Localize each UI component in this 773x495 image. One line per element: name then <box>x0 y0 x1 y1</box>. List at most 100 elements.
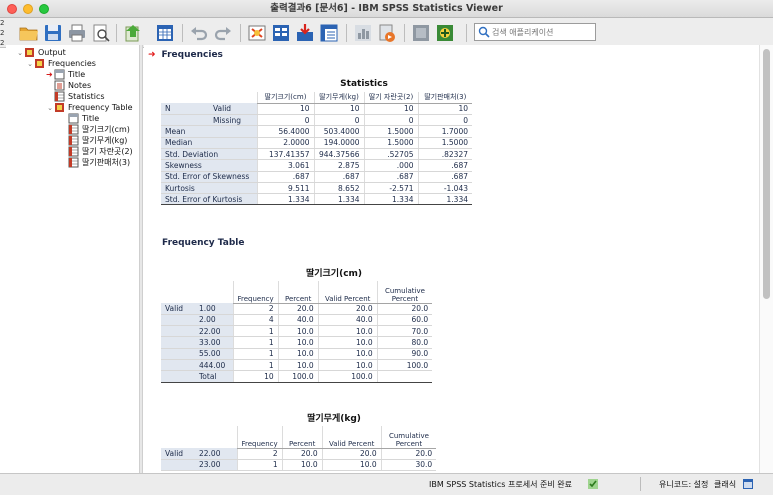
outline-item-weight-table[interactable]: 딸기무게(kg) <box>68 135 127 146</box>
classic-window-icon <box>743 479 753 489</box>
unicode-status: 유니코드: 설정 <box>659 480 709 489</box>
outline-pane[interactable]: ⌄ Output ⌄ Frequencies ➜ Title Notes Sta… <box>6 45 140 473</box>
script-button[interactable] <box>376 22 398 44</box>
title-icon <box>54 69 65 80</box>
save-button[interactable] <box>42 22 64 44</box>
insert-output-button[interactable] <box>294 22 316 44</box>
title-icon <box>68 113 79 124</box>
spss-viewer-window: 출력결과6 [문서6] - IBM SPSS Statistics Viewer <box>0 0 773 495</box>
undo-button[interactable] <box>188 22 210 44</box>
outline-item-ft-title[interactable]: Title <box>68 113 99 124</box>
table-row: 23.00 1 10.0 10.0 30.0 <box>161 459 437 472</box>
procedure-book-icon <box>54 102 65 113</box>
outline-item-origin-table[interactable]: 딸기 자란곳(2) <box>68 146 133 157</box>
frequency-table-heading[interactable]: Frequency Table <box>162 238 245 248</box>
outline-item-output[interactable]: ⌄ Output <box>16 47 66 58</box>
outline-item-seller-table[interactable]: 딸기판매처(3) <box>68 157 130 168</box>
print-button[interactable] <box>66 22 88 44</box>
pivot-button[interactable] <box>318 22 340 44</box>
pivot-icon <box>320 24 338 42</box>
export-button[interactable] <box>122 22 144 44</box>
outline-item-frequency-table[interactable]: ⌄ Frequency Table <box>46 102 133 113</box>
statistics-table-title: Statistics <box>340 79 388 89</box>
scrollbar-thumb[interactable] <box>763 49 770 299</box>
search-box[interactable] <box>474 23 596 41</box>
frequencies-heading[interactable]: ➜ Frequencies <box>148 50 223 60</box>
processor-status: IBM SPSS Statistics 프로세서 준비 완료 <box>429 480 572 489</box>
vertical-scrollbar[interactable] <box>759 45 773 473</box>
notes-icon <box>54 80 65 91</box>
table-row: Std. Error of Skewness .687 .687 .687 .6… <box>161 171 472 183</box>
table-row: Std. Error of Kurtosis 1.334 1.334 1.334… <box>161 193 472 206</box>
print-preview-icon <box>93 24 110 42</box>
table-row: Median 2.0000 194.0000 1.5000 1.5000 <box>161 137 472 149</box>
table-row: Std. Deviation 137.41357 944.37566 .5270… <box>161 148 472 161</box>
table-row: Mean 56.4000 503.4000 1.5000 1.7000 <box>161 125 472 138</box>
table-row: Missing 0 0 0 0 <box>161 114 472 127</box>
goto-data-button[interactable] <box>154 22 176 44</box>
table-row: 444.00 1 10.0 10.0 100.0 <box>161 359 433 372</box>
chevron-down-icon[interactable]: ⌄ <box>46 104 54 112</box>
outline-item-statistics[interactable]: Statistics <box>54 91 105 102</box>
table-row: N Valid 10 10 10 10 <box>161 103 472 116</box>
table-icon <box>68 135 79 146</box>
weight-table-title: 딸기무게(kg) <box>307 414 361 424</box>
outline-item-size-table[interactable]: 딸기크기(cm) <box>68 124 130 135</box>
chevron-down-icon[interactable]: ⌄ <box>26 60 34 68</box>
output-content-pane[interactable]: ➜ Frequencies Statistics 딸기크기(cm) 딸기무게(kg… <box>144 45 759 473</box>
pane-splitter[interactable] <box>140 45 143 473</box>
maximize-window-button[interactable] <box>39 4 49 14</box>
print-preview-button[interactable] <box>90 22 112 44</box>
statistics-table[interactable]: 딸기크기(cm) 딸기무게(kg) 딸기 자란곳(2) 딸기판매처(3) N V… <box>161 92 472 206</box>
outline-item-notes[interactable]: Notes <box>54 80 91 91</box>
current-item-arrow-icon: ➜ <box>46 70 53 79</box>
window-title: 출력결과6 [문서6] - IBM SPSS Statistics Viewer <box>270 3 503 14</box>
chart-icon <box>355 25 371 41</box>
table-icon <box>54 91 65 102</box>
add-button[interactable] <box>434 22 456 44</box>
table-row: Skewness 3.061 2.875 .000 .687 <box>161 159 472 172</box>
variables-button[interactable] <box>270 22 292 44</box>
designate-window-icon <box>413 25 429 41</box>
size-frequency-table[interactable]: Frequency Percent Valid Percent Cumulati… <box>161 281 433 383</box>
undo-icon <box>191 27 208 41</box>
toolbar <box>0 18 773 48</box>
goto-case-icon <box>248 25 266 41</box>
table-row: Valid 22.00 2 20.0 20.0 20.0 <box>161 448 437 460</box>
current-item-arrow-icon: ➜ <box>148 50 156 60</box>
table-row: Valid 1.00 2 20.0 20.0 20.0 <box>161 303 433 315</box>
table-row: 55.00 1 10.0 10.0 90.0 <box>161 348 433 360</box>
goto-data-icon <box>157 25 173 41</box>
redo-button[interactable] <box>212 22 234 44</box>
open-icon <box>19 27 38 41</box>
outline-item-title[interactable]: ➜ Title <box>46 69 85 80</box>
variables-icon <box>273 25 289 41</box>
table-row: Kurtosis 9.511 8.652 -2.571 -1.043 <box>161 182 472 195</box>
close-window-button[interactable] <box>7 4 17 14</box>
weight-frequency-table[interactable]: Frequency Percent Valid Percent Cumulati… <box>161 426 437 472</box>
table-row: 33.00 1 10.0 10.0 80.0 <box>161 336 433 349</box>
script-icon <box>379 24 395 42</box>
table-row: 22.00 1 10.0 10.0 70.0 <box>161 325 433 338</box>
chart-button[interactable] <box>352 22 374 44</box>
output-book-icon <box>24 47 35 58</box>
search-icon <box>478 26 490 38</box>
outline-item-frequencies[interactable]: ⌄ Frequencies <box>26 58 96 69</box>
add-icon <box>437 25 453 41</box>
chevron-down-icon[interactable]: ⌄ <box>16 49 24 57</box>
save-icon <box>45 25 61 41</box>
minimize-window-button[interactable] <box>23 4 33 14</box>
title-bar: 출력결과6 [문서6] - IBM SPSS Statistics Viewer <box>0 0 773 18</box>
export-icon <box>125 25 140 42</box>
status-bar: IBM SPSS Statistics 프로세서 준비 완료 유니코드: 설정 … <box>0 473 773 495</box>
print-icon <box>69 24 85 42</box>
insert-output-icon <box>297 24 313 41</box>
classic-mode-status[interactable]: 클래식 <box>714 479 736 490</box>
search-input[interactable] <box>492 27 592 37</box>
redo-icon <box>214 27 231 41</box>
goto-case-button[interactable] <box>246 22 268 44</box>
table-icon <box>68 157 79 168</box>
table-icon <box>68 146 79 157</box>
designate-window-button[interactable] <box>410 22 432 44</box>
open-button[interactable] <box>18 22 40 44</box>
